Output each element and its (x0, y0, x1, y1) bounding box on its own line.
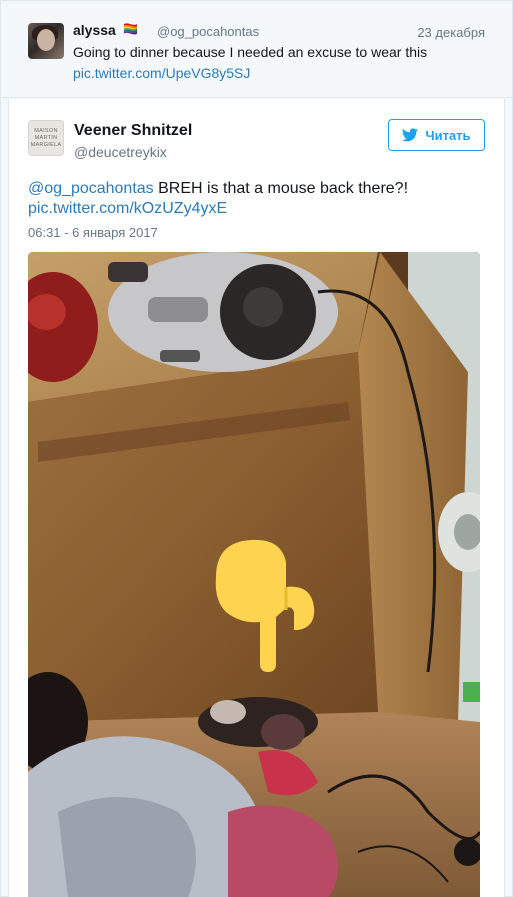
tweet-photo[interactable] (28, 252, 480, 897)
tweet-mention[interactable]: @og_pocahontas (28, 180, 154, 197)
avatar-text-line-1: MAISON (34, 127, 58, 134)
avatar-text-line-2: MARTIN (34, 134, 58, 141)
tweet-pic-link[interactable]: pic.twitter.com/kOzUZy4yxE (28, 200, 227, 218)
main-tweet: MAISON MARTIN MARGIELA Veener Shnitzel @… (8, 99, 505, 897)
tweet-author-name[interactable]: Veener Shnitzel (74, 122, 192, 140)
quoted-handle[interactable]: @og_pocahontas (157, 24, 259, 39)
quoted-date[interactable]: 23 декабря (417, 25, 485, 40)
tweet-author-handle[interactable]: @deucetreykix (74, 144, 167, 160)
tweet-timestamp[interactable]: 06:31 - 6 января 2017 (28, 225, 158, 240)
tweet-body-text: BREH is that a mouse back there?! (153, 180, 409, 197)
quoted-tweet[interactable]: alyssa 🏳️‍🌈 @og_pocahontas 23 декабря Go… (1, 1, 512, 98)
tweet-avatar[interactable]: MAISON MARTIN MARGIELA (28, 120, 64, 156)
quoted-pic-link[interactable]: pic.twitter.com/UpeVG8y5SJ (73, 65, 250, 81)
avatar-face (37, 29, 55, 51)
follow-button-label: Читать (425, 127, 471, 143)
pointing-down-emoji-icon (215, 539, 315, 672)
avatar-text-line-3: MARGIELA (30, 141, 62, 148)
quoted-avatar[interactable] (28, 23, 64, 59)
quoted-text: Going to dinner because I needed an excu… (73, 44, 428, 60)
page: alyssa 🏳️‍🌈 @og_pocahontas 23 декабря Go… (0, 0, 513, 897)
twitter-bird-icon (402, 128, 419, 142)
tweet-text: @og_pocahontas BREH is that a mouse back… (28, 178, 408, 200)
quoted-emoji-flags: 🏳️‍🌈 (123, 22, 139, 36)
follow-button[interactable]: Читать (388, 119, 485, 151)
quoted-name[interactable]: alyssa (73, 22, 116, 38)
